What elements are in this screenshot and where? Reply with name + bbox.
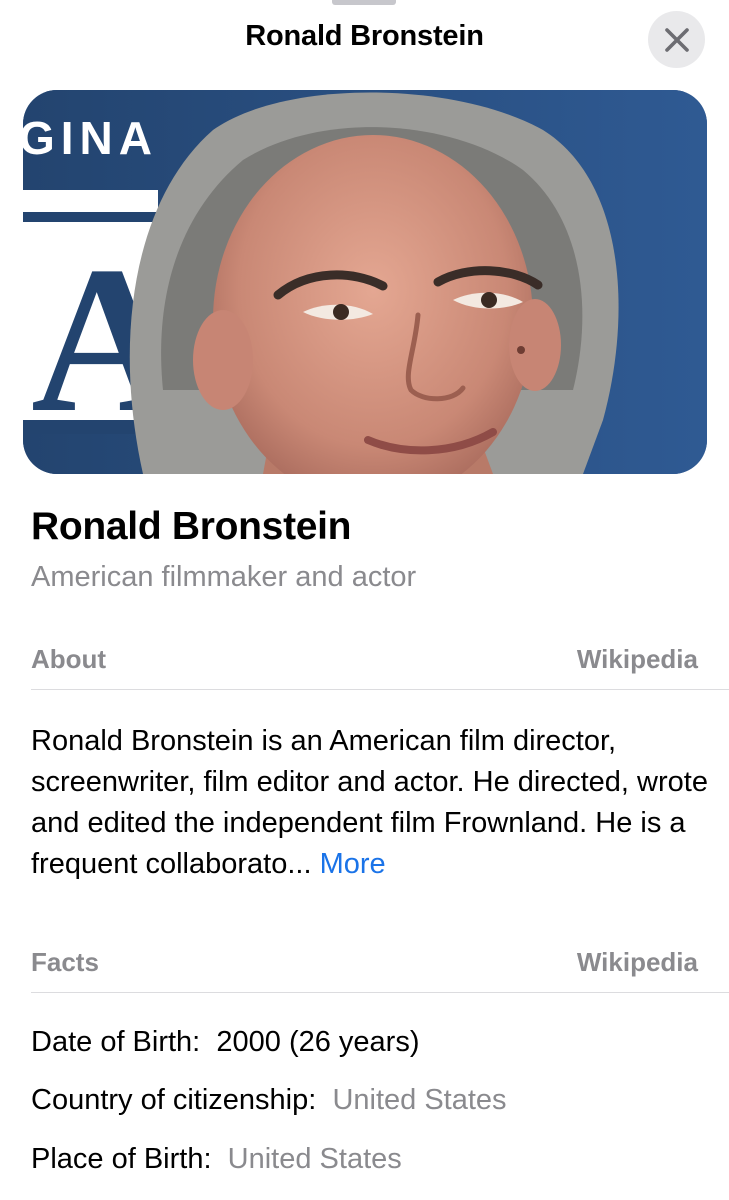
knowledge-card-sheet: Ronald Bronstein GINA A Ronald Bronstein… <box>0 0 729 1200</box>
fact-value: 2000 (26 years) <box>216 1026 420 1058</box>
person-description: American filmmaker and actor <box>31 561 417 593</box>
fact-label: Country of citizenship: <box>31 1084 317 1116</box>
person-name: Ronald Bronstein <box>31 505 352 548</box>
fact-value-link[interactable]: United States <box>332 1084 506 1116</box>
person-photo[interactable]: GINA A <box>23 90 707 474</box>
about-section-header: About Wikipedia <box>31 644 698 675</box>
portrait-illustration: GINA A <box>23 90 707 474</box>
fact-row-date-of-birth: Date of Birth: 2000 (26 years) <box>31 1026 420 1059</box>
fact-label: Date of Birth: <box>31 1026 201 1058</box>
facts-source-link[interactable]: Wikipedia <box>577 947 698 978</box>
fact-row-country-of-citizenship: Country of citizenship: United States <box>31 1084 507 1117</box>
facts-section-header: Facts Wikipedia <box>31 947 698 978</box>
backdrop-sign-text: GINA <box>23 112 158 164</box>
fact-value-link[interactable]: United States <box>228 1143 402 1175</box>
fact-label: Place of Birth: <box>31 1143 212 1175</box>
close-icon <box>664 27 689 52</box>
page-title: Ronald Bronstein <box>245 20 484 52</box>
more-link[interactable]: More <box>320 848 386 880</box>
about-description: Ronald Bronstein is an American film dir… <box>31 721 711 885</box>
close-button[interactable] <box>648 11 705 68</box>
sheet-grabber[interactable] <box>332 0 396 5</box>
facts-label: Facts <box>31 947 99 977</box>
facts-divider <box>31 992 729 993</box>
fact-row-place-of-birth: Place of Birth: United States <box>31 1143 402 1176</box>
about-source-link[interactable]: Wikipedia <box>577 644 698 675</box>
about-divider <box>31 689 729 690</box>
about-label: About <box>31 644 107 674</box>
